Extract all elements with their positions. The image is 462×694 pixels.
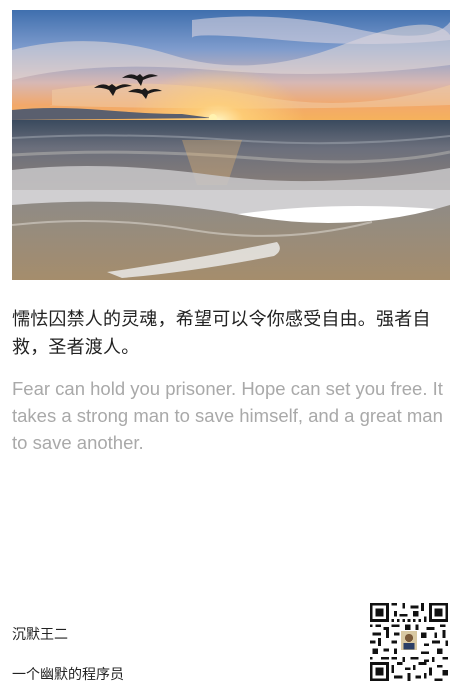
quote-english: Fear can hold you prisoner. Hope can set… [12,378,443,453]
author-name: 沉默王二 [12,627,68,643]
quote-card: 懦怯囚禁人的灵魂，希望可以令你感受自由。强者自救，圣者渡人。 Fear can … [0,0,462,694]
sunset-beach-photo [12,10,450,280]
author-subtitle: 一个幽默的程序员 [12,667,124,683]
quote-chinese: 懦怯囚禁人的灵魂，希望可以令你感受自由。强者自救，圣者渡人。 [12,309,431,358]
qr-code-icon [370,603,448,681]
